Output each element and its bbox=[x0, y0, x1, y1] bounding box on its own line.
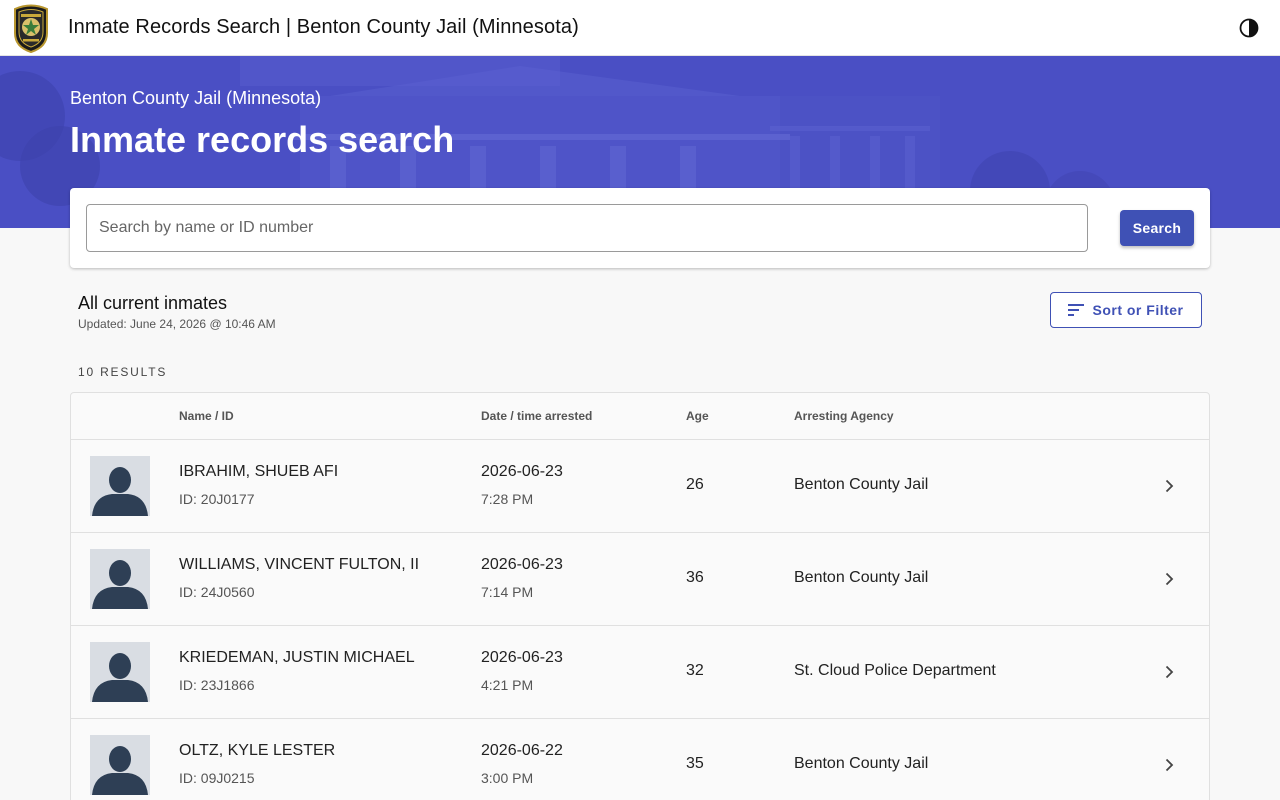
inmate-age: 36 bbox=[686, 569, 704, 586]
table-row[interactable]: IBRAHIM, SHUEB AFI ID: 20J0177 2026-06-2… bbox=[71, 440, 1209, 533]
inmate-id: ID: 24J0560 bbox=[179, 584, 255, 600]
column-header-date[interactable]: Date / time arrested bbox=[481, 409, 592, 423]
table-header: Name / ID Date / time arrested Age Arres… bbox=[71, 393, 1209, 440]
person-silhouette-icon bbox=[90, 735, 150, 795]
arresting-agency: St. Cloud Police Department bbox=[794, 662, 996, 679]
inmate-name: WILLIAMS, VINCENT FULTON, II bbox=[179, 556, 420, 573]
arrest-date: 2026-06-23 bbox=[481, 463, 563, 480]
search-card: Search bbox=[70, 188, 1210, 268]
chevron-right-icon[interactable] bbox=[1161, 664, 1177, 680]
inmate-name: IBRAHIM, SHUEB AFI bbox=[179, 463, 339, 480]
inmate-table: Name / ID Date / time arrested Age Arres… bbox=[70, 392, 1210, 800]
results-count: 10 RESULTS bbox=[78, 365, 168, 379]
inmate-age: 26 bbox=[686, 476, 704, 493]
inmate-age: 35 bbox=[686, 755, 704, 772]
arrest-date: 2026-06-23 bbox=[481, 649, 563, 666]
chevron-right-icon[interactable] bbox=[1161, 571, 1177, 587]
inmate-name: OLTZ, KYLE LESTER bbox=[179, 742, 336, 759]
search-button[interactable]: Search bbox=[1120, 210, 1194, 246]
page-title: Inmate records search bbox=[70, 119, 455, 160]
top-app-bar: Inmate Records Search | Benton County Ja… bbox=[0, 0, 1280, 56]
app-title: Inmate Records Search | Benton County Ja… bbox=[68, 16, 579, 38]
arresting-agency: Benton County Jail bbox=[794, 755, 929, 772]
inmate-name: KRIEDEMAN, JUSTIN MICHAEL bbox=[179, 649, 415, 666]
table-row[interactable]: OLTZ, KYLE LESTER ID: 09J0215 2026-06-22… bbox=[71, 719, 1209, 800]
arrest-time: 3:00 PM bbox=[481, 770, 534, 786]
section-title: All current inmates bbox=[78, 293, 228, 313]
inmate-age: 32 bbox=[686, 662, 704, 679]
half-moon-icon[interactable] bbox=[1238, 17, 1260, 39]
chevron-right-icon[interactable] bbox=[1161, 757, 1177, 773]
table-row[interactable]: KRIEDEMAN, JUSTIN MICHAEL ID: 23J1866 20… bbox=[71, 626, 1209, 719]
sheriff-badge-icon[interactable] bbox=[12, 3, 50, 53]
inmate-id: ID: 23J1866 bbox=[179, 677, 255, 693]
updated-timestamp: Updated: June 24, 2026 @ 10:46 AM bbox=[78, 317, 276, 331]
sort-lines-icon bbox=[1068, 304, 1085, 316]
sort-filter-button[interactable]: Sort or Filter bbox=[1050, 292, 1202, 328]
hero-subtitle: Benton County Jail (Minnesota) bbox=[70, 88, 322, 108]
inmate-id: ID: 20J0177 bbox=[179, 491, 255, 507]
column-header-age[interactable]: Age bbox=[686, 409, 709, 423]
sort-filter-label: Sort or Filter bbox=[1092, 302, 1184, 318]
person-silhouette-icon bbox=[90, 642, 150, 702]
table-row[interactable]: WILLIAMS, VINCENT FULTON, II ID: 24J0560… bbox=[71, 533, 1209, 626]
chevron-right-icon[interactable] bbox=[1161, 478, 1177, 494]
person-silhouette-icon bbox=[90, 549, 150, 609]
person-silhouette-icon bbox=[90, 456, 150, 516]
arresting-agency: Benton County Jail bbox=[794, 569, 929, 586]
arrest-time: 4:21 PM bbox=[481, 677, 534, 693]
search-input[interactable] bbox=[86, 204, 1088, 252]
arrest-time: 7:28 PM bbox=[481, 491, 534, 507]
arrest-date: 2026-06-22 bbox=[481, 742, 563, 759]
arrest-date: 2026-06-23 bbox=[481, 556, 563, 573]
column-header-name[interactable]: Name / ID bbox=[179, 409, 234, 423]
inmate-id: ID: 09J0215 bbox=[179, 770, 255, 786]
arresting-agency: Benton County Jail bbox=[794, 476, 929, 493]
arrest-time: 7:14 PM bbox=[481, 584, 534, 600]
column-header-agency[interactable]: Arresting Agency bbox=[794, 409, 894, 423]
